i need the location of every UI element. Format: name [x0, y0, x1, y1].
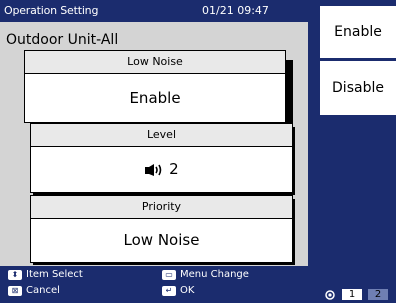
footer-hints: ⬍ Item Select ⊠ Cancel ▭ Menu Change ↵ O… — [0, 266, 308, 303]
hint-ok-label: OK — [180, 285, 195, 296]
header-bar: Operation Setting 01/21 09:47 — [0, 0, 308, 22]
page-indicator-icon — [325, 290, 335, 300]
page-1[interactable]: 1 — [342, 289, 362, 300]
level-field[interactable]: Level 2 — [30, 123, 293, 193]
hint-menu-change: ▭ Menu Change — [162, 269, 249, 280]
low-noise-label: Low Noise — [25, 51, 285, 74]
hint-ok: ↵ OK — [162, 285, 194, 296]
level-label: Level — [31, 124, 292, 147]
up-down-arrow-icon: ⬍ — [8, 269, 22, 280]
datetime: 01/21 09:47 — [202, 4, 269, 17]
hint-menu-change-label: Menu Change — [180, 269, 249, 280]
page-2[interactable]: 2 — [368, 289, 388, 300]
option-disable[interactable]: Disable — [320, 61, 396, 115]
hint-cancel-label: Cancel — [26, 285, 60, 296]
cancel-icon: ⊠ — [8, 285, 22, 296]
priority-field[interactable]: Priority Low Noise — [30, 195, 293, 263]
level-value-row: 2 — [31, 147, 292, 192]
option-enable[interactable]: Enable — [320, 6, 396, 58]
hint-item-select: ⬍ Item Select — [8, 269, 83, 280]
hint-cancel: ⊠ Cancel — [8, 285, 60, 296]
operation-setting-screen: Operation Setting 01/21 09:47 Outdoor Un… — [0, 0, 396, 303]
low-noise-value: Enable — [129, 89, 181, 107]
level-value: 2 — [169, 160, 179, 178]
speaker-icon — [145, 163, 162, 176]
unit-label: Outdoor Unit-All — [6, 32, 119, 48]
menu-icon: ▭ — [162, 269, 176, 280]
settings-panel: Outdoor Unit-All Low Noise Enable Level … — [0, 22, 308, 266]
low-noise-field[interactable]: Low Noise Enable — [24, 50, 286, 123]
priority-label: Priority — [31, 196, 292, 219]
enter-icon: ↵ — [162, 285, 176, 296]
priority-value: Low Noise — [123, 231, 200, 249]
hint-item-select-label: Item Select — [26, 269, 83, 280]
screen-title: Operation Setting — [4, 4, 99, 17]
